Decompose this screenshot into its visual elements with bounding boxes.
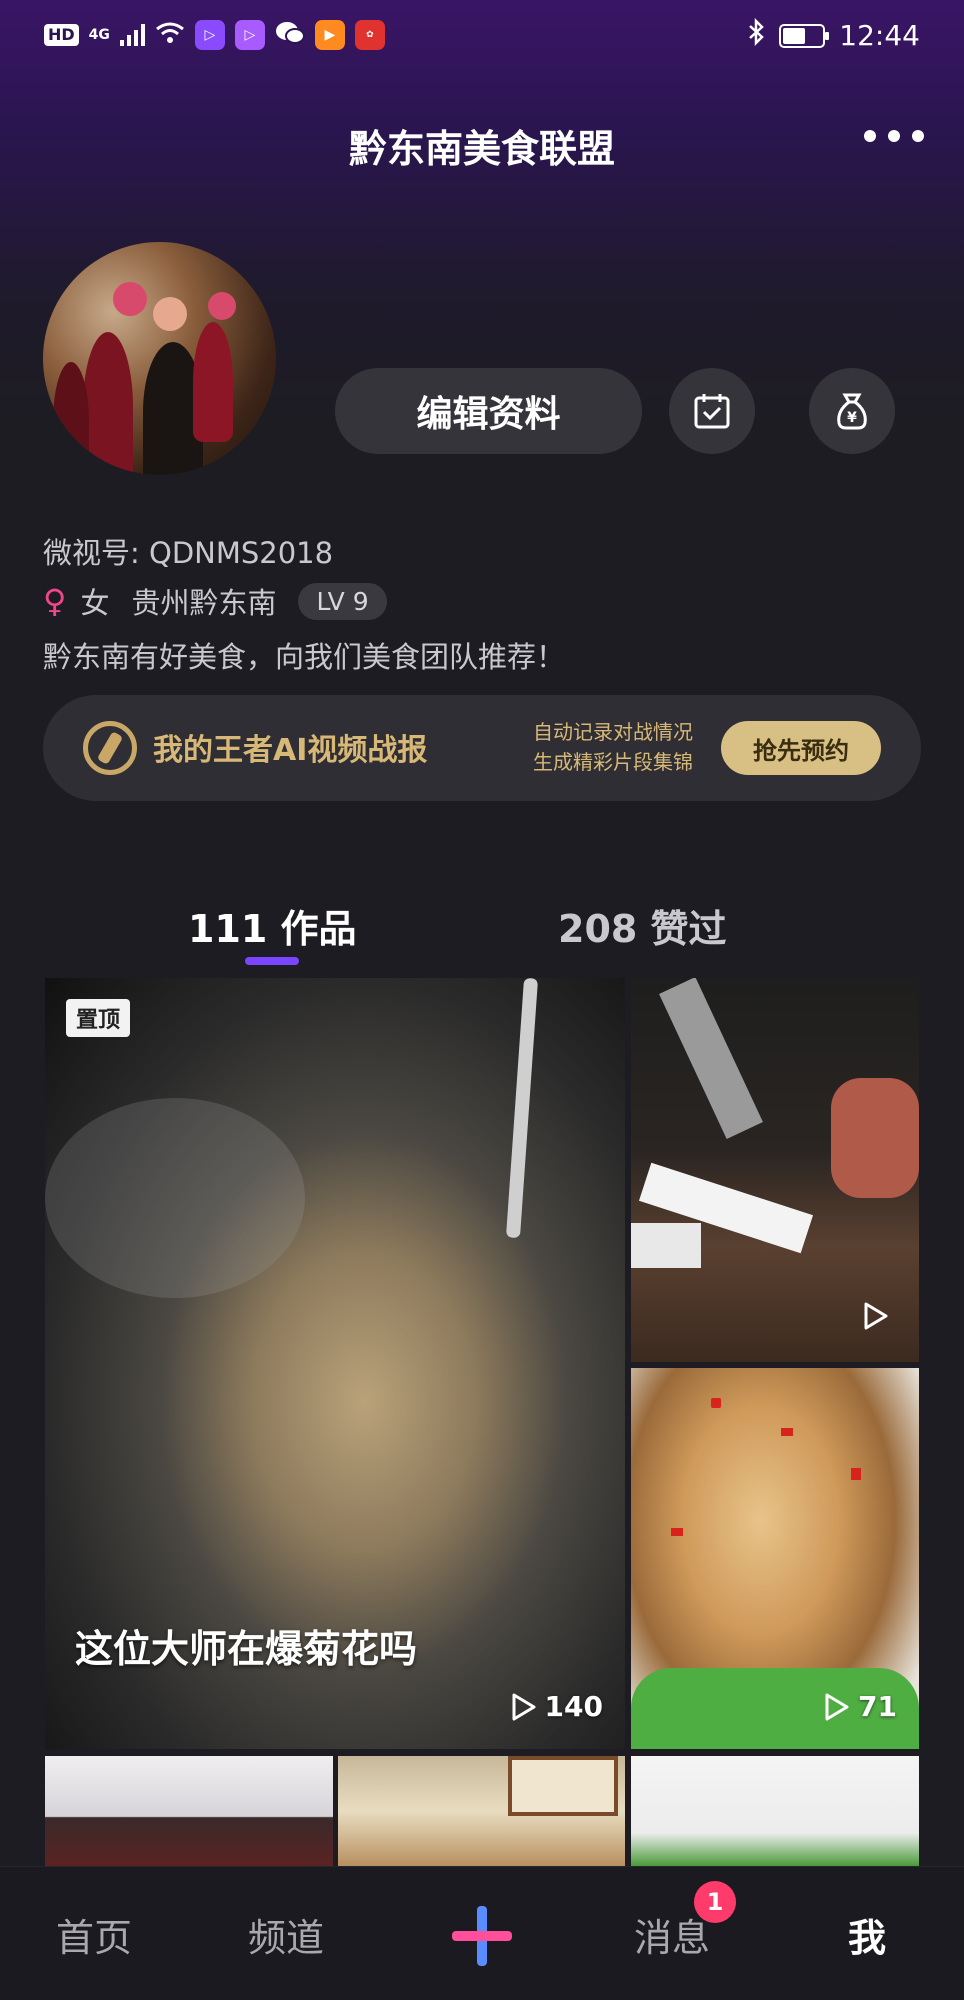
banner-sub-line1: 自动记录对战情况: [533, 720, 693, 744]
pinned-badge: 置顶: [66, 999, 131, 1037]
nav-channel[interactable]: 频道: [248, 1907, 324, 1962]
bluetooth-icon: [747, 17, 765, 53]
wechat-icon: [275, 20, 305, 50]
bottom-nav: 首页 频道 消息 1 我: [0, 1866, 964, 2000]
signal-icon: [119, 24, 145, 46]
nav-home[interactable]: 首页: [56, 1907, 132, 1962]
calendar-check-icon: [694, 394, 730, 429]
video-tile-6[interactable]: [631, 1756, 919, 1866]
banner-sub-line2: 生成精彩片段集锦: [533, 750, 693, 774]
wallet-button[interactable]: ¥: [809, 368, 895, 454]
video-title: 这位大师在爆菊花吗: [75, 1627, 418, 1671]
reserve-button[interactable]: 抢先预约: [721, 721, 881, 775]
play-icon: [864, 1302, 888, 1330]
wifi-icon: [155, 21, 185, 49]
location-text: 贵州黔东南: [131, 586, 277, 620]
clock: 12:44: [839, 19, 920, 52]
female-icon: ♀: [43, 582, 67, 620]
banner-subtitle: 自动记录对战情况 生成精彩片段集锦: [533, 717, 693, 777]
banner-title: 我的王者AI视频战报: [153, 733, 428, 768]
message-badge: 1: [694, 1881, 736, 1923]
play-count-value: 71: [858, 1690, 897, 1723]
money-bag-icon: ¥: [837, 393, 867, 430]
play-count: [863, 1301, 889, 1331]
video-tile-5[interactable]: [338, 1756, 625, 1866]
video-tile-3[interactable]: 71: [631, 1368, 919, 1749]
king-glory-icon: [83, 721, 137, 775]
nav-me[interactable]: 我: [848, 1907, 886, 1962]
svg-text:¥: ¥: [847, 410, 857, 426]
video-tile-4[interactable]: [45, 1756, 333, 1866]
weishi-app-icon-2: ▷: [234, 20, 265, 50]
ai-report-banner[interactable]: 我的王者AI视频战报 自动记录对战情况 生成精彩片段集锦 抢先预约: [43, 695, 921, 801]
page-title: 黔东南美食联盟: [348, 127, 615, 171]
video-tile-2[interactable]: [631, 978, 919, 1362]
level-badge: LV 9: [298, 582, 387, 620]
battery-icon: [779, 23, 830, 48]
checkin-button[interactable]: [669, 368, 755, 454]
edit-profile-button[interactable]: 编辑资料: [335, 368, 642, 454]
wechat-id: 微视号: QDNMS2018: [43, 536, 334, 570]
huawei-icon: ✿: [354, 20, 385, 50]
profile-meta: ♀ 女 贵州黔东南 LV 9: [43, 580, 387, 622]
status-bar: HD 4G ▷ ▷ ▶ ✿ 12:44: [0, 0, 964, 72]
play-count: 140: [511, 1690, 603, 1723]
bio: 黔东南有好美食，向我们美食团队推荐！: [43, 640, 566, 674]
create-plus-icon[interactable]: [450, 1904, 514, 1968]
gender-text: 女: [80, 586, 110, 620]
tab-works[interactable]: 111 作品: [188, 898, 357, 953]
tab-indicator: [245, 957, 299, 965]
tab-likes[interactable]: 208 赞过: [558, 898, 727, 953]
video-tile-featured[interactable]: 置顶 这位大师在爆菊花吗 140: [45, 978, 625, 1749]
more-menu-icon[interactable]: [864, 130, 924, 142]
play-icon: [825, 1693, 849, 1720]
avatar[interactable]: [43, 242, 276, 475]
play-icon: [512, 1693, 536, 1720]
weishi-app-icon: ▷: [194, 20, 225, 50]
hd-indicator: HD: [44, 24, 79, 46]
play-count: 71: [824, 1690, 897, 1723]
video-app-icon: ▶: [314, 20, 345, 50]
network-type: 4G: [88, 27, 110, 43]
play-count-value: 140: [544, 1690, 603, 1723]
